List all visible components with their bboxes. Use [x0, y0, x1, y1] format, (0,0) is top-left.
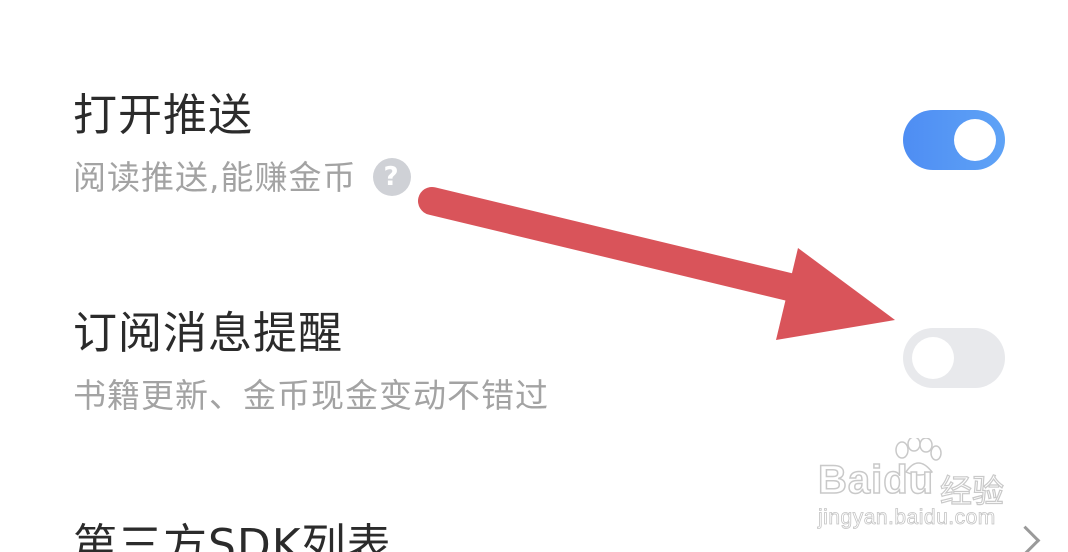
baidu-watermark: Baidu 经验 jingyan.baidu.com: [817, 438, 1018, 535]
arrow-head: [776, 248, 895, 340]
watermark-url: jingyan.baidu.com: [818, 506, 996, 530]
watermark-brand: Baidu: [817, 457, 935, 503]
arrow-shaft: [418, 187, 824, 306]
settings-screen: 打开推送 阅读推送,能赚金币? 订阅消息提醒 书籍更新、金币现金变动不错过 第三…: [0, 0, 1068, 552]
